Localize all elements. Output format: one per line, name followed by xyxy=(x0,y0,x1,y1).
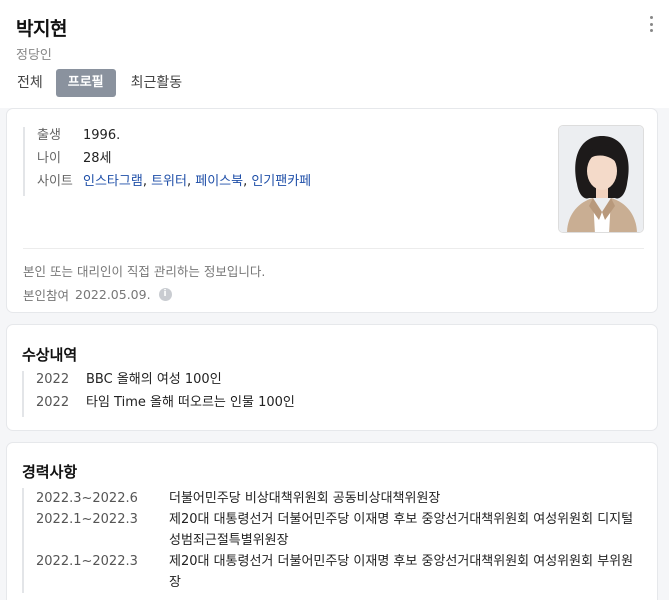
tab-recent-activity[interactable]: 최근활동 xyxy=(128,69,186,97)
list-item: 2022 BBC 올해의 여성 100인 xyxy=(36,371,295,394)
profile-name: 박지현 xyxy=(16,18,67,40)
site-label: 사이트 xyxy=(37,174,73,189)
award-text: BBC 올해의 여성 100인 xyxy=(86,372,222,387)
awards-card: 수상내역 2022 BBC 올해의 여성 100인 2022 타임 Time 올… xyxy=(6,324,658,431)
career-text: 더불어민주당 비상대책위원회 공동비상대책위원장 xyxy=(169,491,441,506)
career-period: 2022.1~2022.3 xyxy=(36,554,138,569)
fancafe-link[interactable]: 인기팬카페 xyxy=(251,174,311,189)
info-icon[interactable]: i xyxy=(158,288,172,301)
birth-label: 출생 xyxy=(37,128,61,143)
award-year: 2022 xyxy=(36,372,70,387)
twitter-link[interactable]: 트위터 xyxy=(151,174,187,189)
career-text: 제20대 대통령선거 더불어민주당 이재명 후보 중앙선거대책위원회 여성위원회… xyxy=(169,554,634,590)
tab-bar: 전체 프로필 최근활동 xyxy=(14,69,185,97)
list-item: 2022.1~2022.3 제20대 대통령선거 더불어민주당 이재명 후보 중… xyxy=(36,509,645,551)
profile-role: 정당인 xyxy=(16,48,52,63)
birth-value: 1996. xyxy=(83,128,121,143)
profile-header: 박지현 정당인 전체 프로필 최근활동 xyxy=(0,0,669,108)
more-options-icon[interactable] xyxy=(649,16,653,32)
award-text: 타임 Time 올해 떠오르는 인물 100인 xyxy=(86,395,295,410)
career-list: 2022.3~2022.6 더불어민주당 비상대책위원회 공동비상대책위원장 2… xyxy=(22,488,645,593)
age-row: 나이 28세 xyxy=(37,150,311,173)
career-period: 2022.1~2022.3 xyxy=(36,512,138,527)
self-participation: 본인참여 2022.05.09. i xyxy=(23,285,172,304)
facebook-link[interactable]: 페이스북 xyxy=(195,174,243,189)
tab-all[interactable]: 전체 xyxy=(14,69,46,97)
participate-label: 본인참여 xyxy=(23,288,70,303)
awards-title: 수상내역 xyxy=(22,346,78,364)
managed-info-notice: 본인 또는 대리인이 직접 관리하는 정보입니다. xyxy=(23,264,266,279)
divider xyxy=(23,248,644,249)
career-period: 2022.3~2022.6 xyxy=(36,491,138,506)
participate-date: 2022.05.09. xyxy=(75,287,151,302)
age-label: 나이 xyxy=(37,151,61,166)
career-title: 경력사항 xyxy=(22,463,78,481)
instagram-link[interactable]: 인스타그램 xyxy=(83,174,143,189)
career-card: 경력사항 2022.3~2022.6 더불어민주당 비상대책위원회 공동비상대책… xyxy=(6,442,658,600)
awards-list: 2022 BBC 올해의 여성 100인 2022 타임 Time 올해 떠오르… xyxy=(22,371,295,417)
award-year: 2022 xyxy=(36,395,70,410)
list-item: 2022.3~2022.6 더불어민주당 비상대책위원회 공동비상대책위원장 xyxy=(36,488,645,509)
career-text: 제20대 대통령선거 더불어민주당 이재명 후보 중앙선거대책위원회 여성위원회… xyxy=(169,512,634,548)
birth-row: 출생 1996. xyxy=(37,127,311,150)
basic-info-card: 출생 1996. 나이 28세 사이트 인스타그램, 트위터, 페이스북, 인기… xyxy=(6,108,658,313)
list-item: 2022.1~2022.3 제20대 대통령선거 더불어민주당 이재명 후보 중… xyxy=(36,551,645,593)
tab-profile[interactable]: 프로필 xyxy=(55,69,116,97)
site-row: 사이트 인스타그램, 트위터, 페이스북, 인기팬카페 xyxy=(37,173,311,196)
basic-info-list: 출생 1996. 나이 28세 사이트 인스타그램, 트위터, 페이스북, 인기… xyxy=(23,127,311,196)
age-value: 28세 xyxy=(83,151,112,166)
list-item: 2022 타임 Time 올해 떠오르는 인물 100인 xyxy=(36,394,295,417)
profile-photo xyxy=(558,125,644,233)
